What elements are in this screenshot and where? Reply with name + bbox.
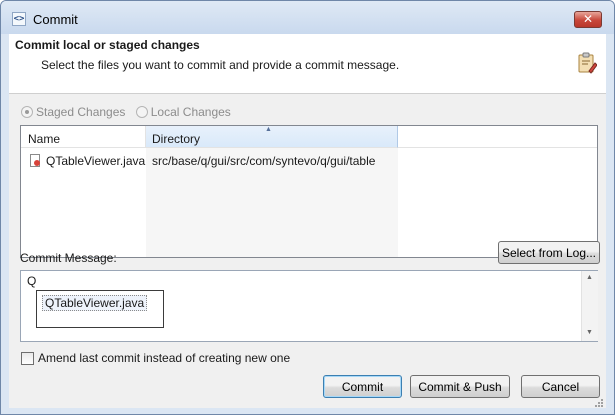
column-header-empty <box>398 126 597 148</box>
close-button[interactable]: ✕ <box>574 11 602 28</box>
file-name-cell: QTableViewer.java <box>46 154 146 168</box>
commit-message-text: Q <box>27 274 37 288</box>
commit-dialog: <> Commit ✕ Commit local or staged chang… <box>0 0 615 415</box>
amend-checkbox[interactable] <box>21 351 34 365</box>
resize-grip-icon[interactable] <box>594 398 604 407</box>
scroll-down-icon[interactable]: ▼ <box>586 329 593 336</box>
java-file-icon <box>30 154 40 167</box>
change-source-options: Staged Changes Local Changes <box>21 105 238 121</box>
commit-message-label: Commit Message: <box>20 251 117 265</box>
column-header-directory-label: Directory <box>152 132 201 146</box>
commit-message-input[interactable]: Q QTableViewer.java ▲ ▼ <box>20 270 598 342</box>
app-icon: <> <box>12 12 26 26</box>
sort-ascending-icon: ▲ <box>265 126 272 133</box>
autocomplete-popup: QTableViewer.java <box>36 290 164 328</box>
commit-push-button[interactable]: Commit & Push <box>410 375 510 398</box>
header-title: Commit local or staged changes <box>15 38 200 52</box>
column-header-name[interactable]: Name <box>21 126 146 148</box>
radio-local-label: Local Changes <box>150 105 231 119</box>
amend-option[interactable]: Amend last commit instead of creating ne… <box>21 351 290 365</box>
column-header-directory[interactable]: Directory ▲ <box>146 126 398 148</box>
header-description: Select the files you want to commit and … <box>41 58 400 72</box>
files-table[interactable]: Name Directory ▲ QTableViewer.java src/b… <box>20 125 598 258</box>
window-title: Commit <box>33 12 78 27</box>
cancel-button[interactable]: Cancel <box>521 375 600 398</box>
radio-unchecked-icon <box>135 106 148 118</box>
dialog-header: Commit local or staged changes Select th… <box>9 34 606 94</box>
autocomplete-item[interactable]: QTableViewer.java <box>42 295 148 311</box>
scroll-up-icon[interactable]: ▲ <box>586 274 593 281</box>
radio-staged-label: Staged Changes <box>36 105 126 119</box>
file-directory-cell: src/base/q/gui/src/com/syntevo/q/gui/tab… <box>152 154 376 168</box>
radio-local-changes[interactable]: Local Changes <box>135 105 231 119</box>
amend-label: Amend last commit instead of creating ne… <box>38 351 291 365</box>
commit-button[interactable]: Commit <box>323 375 402 398</box>
title-bar[interactable]: <> Commit ✕ <box>1 1 614 34</box>
table-row[interactable]: QTableViewer.java src/base/q/gui/src/com… <box>21 152 597 170</box>
select-from-log-button[interactable]: Select from Log... <box>498 241 600 264</box>
radio-staged-changes[interactable]: Staged Changes <box>21 105 125 119</box>
message-scrollbar[interactable]: ▲ ▼ <box>581 271 598 341</box>
dialog-body: Commit local or staged changes Select th… <box>9 34 606 408</box>
radio-checked-icon <box>21 106 33 118</box>
commit-clipboard-icon <box>578 52 597 74</box>
